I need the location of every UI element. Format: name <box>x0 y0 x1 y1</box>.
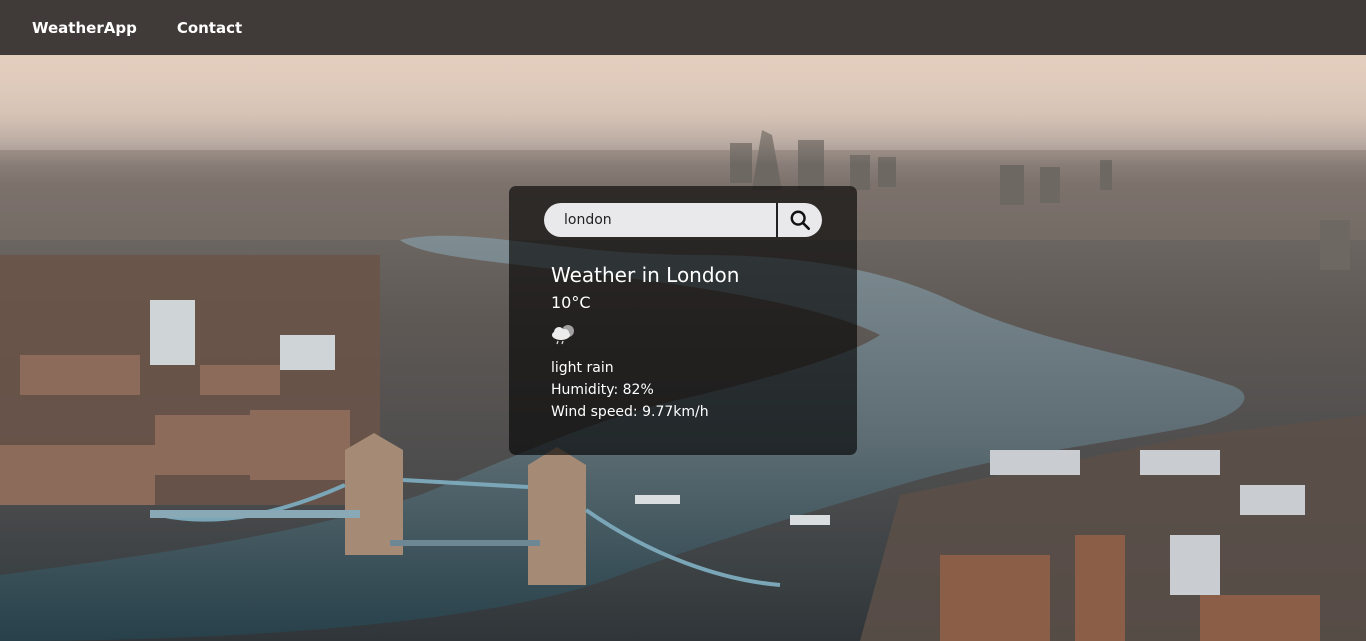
search-button[interactable] <box>776 203 822 237</box>
search-bar <box>544 203 822 237</box>
city-title: Weather in London <box>551 263 740 287</box>
weather-card: Weather in London 10°C light rain Humidi… <box>509 186 857 455</box>
humidity: Humidity: 82% <box>551 382 654 398</box>
search-input[interactable] <box>544 203 776 237</box>
navbar: WeatherApp Contact <box>0 0 1366 55</box>
wind-speed: Wind speed: 9.77km/h <box>551 404 709 420</box>
cloud-rain-icon <box>548 320 578 350</box>
brand-link[interactable]: WeatherApp <box>32 19 137 37</box>
temperature: 10°C <box>551 293 591 312</box>
contact-link[interactable]: Contact <box>177 19 242 37</box>
weather-description: light rain <box>551 360 614 376</box>
search-icon <box>790 210 810 230</box>
